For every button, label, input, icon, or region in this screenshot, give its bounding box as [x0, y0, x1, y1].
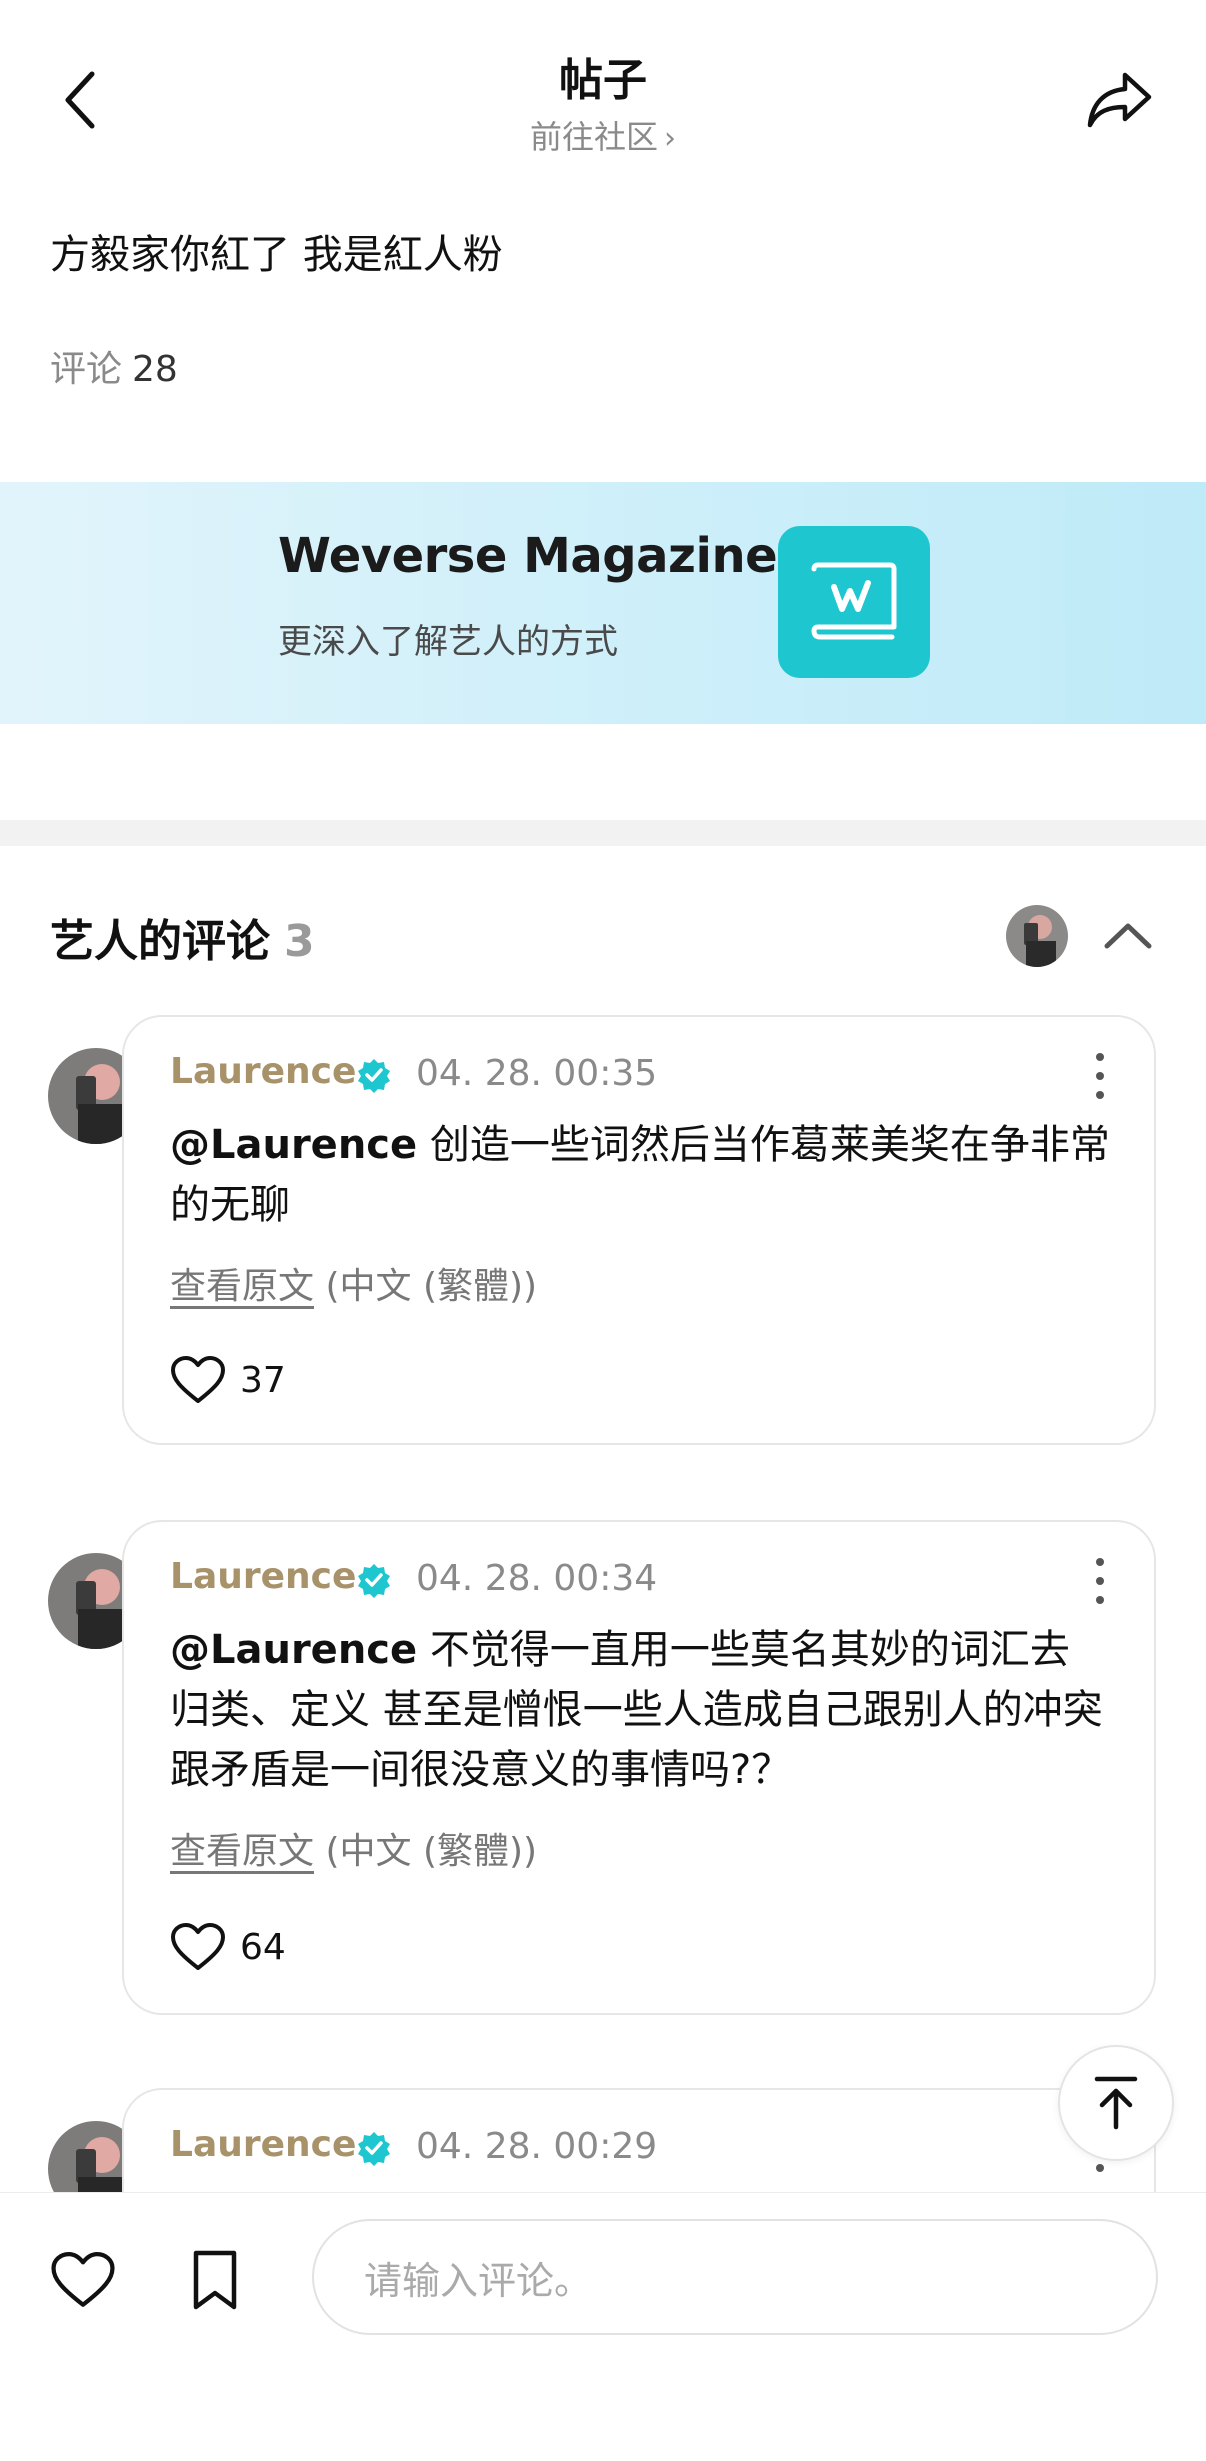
- comment-count-number: 28: [132, 349, 178, 390]
- artist-comments-heading: 艺人的评论 3: [50, 905, 315, 969]
- view-original-link[interactable]: 查看原文: [170, 1266, 314, 1307]
- more-options-button[interactable]: [1090, 1053, 1110, 1099]
- bookmark-icon: [193, 2250, 237, 2310]
- scroll-to-top-button[interactable]: [1058, 2045, 1174, 2161]
- arrow-up-to-top-icon: [1094, 2076, 1138, 2130]
- go-to-community-link[interactable]: 前往社区 ›: [0, 112, 1206, 158]
- share-button[interactable]: [1080, 60, 1160, 140]
- comment-card: Laurence 04. 28. 00:34 @Laurence 不觉得一直用一…: [122, 1520, 1156, 2015]
- verified-badge-icon: [358, 2132, 390, 2166]
- comment-input[interactable]: 请输入评论。: [312, 2219, 1158, 2335]
- verified-badge-icon: [358, 1564, 390, 1598]
- verified-badge-icon: [358, 1059, 390, 1093]
- artist-comments-count: 3: [284, 916, 315, 967]
- artist-comments-title: 艺人的评论: [50, 916, 270, 967]
- like-count: 64: [240, 1926, 286, 1968]
- like-post-button[interactable]: [48, 2245, 118, 2315]
- comment-author[interactable]: Laurence: [170, 1051, 356, 1092]
- weverse-magazine-logo-icon: [778, 526, 930, 678]
- original-language: (中文 (繁體)): [325, 1266, 538, 1307]
- page-title: 帖子: [559, 55, 647, 106]
- comment-text: @Laurence 不觉得一直用一些莫名其妙的词汇去 归类、定义 甚至是憎恨一些…: [170, 1620, 1120, 1800]
- heart-icon[interactable]: [170, 1355, 226, 1405]
- original-language: (中文 (繁體)): [325, 1831, 538, 1872]
- mention-link[interactable]: @Laurence: [170, 1122, 417, 1168]
- comment-timestamp: 04. 28. 00:29: [416, 2126, 658, 2167]
- comment-text: @Laurence 创造一些词然后当作葛莱美奖在争非常的无聊: [170, 1115, 1120, 1235]
- heart-icon: [51, 2251, 115, 2307]
- community-link-label: 前往社区: [529, 118, 658, 156]
- view-original-row: 查看原文 (中文 (繁體)): [170, 1257, 537, 1309]
- comment-author[interactable]: Laurence: [170, 2124, 356, 2165]
- banner-title: Weverse Magazine: [278, 528, 778, 584]
- like-row: 64: [170, 1922, 286, 1972]
- banner-subtitle: 更深入了解艺人的方式: [278, 622, 618, 662]
- comment-card: Laurence 04. 28. 00:35 @Laurence 创造一些词然后…: [122, 1015, 1156, 1445]
- top-nav-bar: 帖子 前往社区 ›: [0, 0, 1206, 170]
- section-divider: [0, 820, 1206, 846]
- like-row: 37: [170, 1355, 286, 1405]
- comment-timestamp: 04. 28. 00:34: [416, 1558, 658, 1599]
- chevron-up-icon: [1104, 923, 1152, 949]
- collapse-button[interactable]: [1100, 910, 1156, 960]
- bookmark-button[interactable]: [180, 2245, 250, 2315]
- chevron-right-icon: ›: [664, 121, 676, 156]
- weverse-magazine-banner[interactable]: Weverse Magazine 更深入了解艺人的方式: [0, 482, 1206, 724]
- comment-count[interactable]: 评论 28: [50, 340, 178, 392]
- artist-avatar-small[interactable]: [1006, 905, 1068, 967]
- comment-author[interactable]: Laurence: [170, 1556, 356, 1597]
- mention-link[interactable]: @Laurence: [170, 1627, 417, 1673]
- heart-icon[interactable]: [170, 1922, 226, 1972]
- more-options-button[interactable]: [1090, 1558, 1110, 1604]
- comment-input-placeholder: 请输入评论。: [364, 2258, 593, 2303]
- bottom-action-bar: 请输入评论。: [0, 2192, 1206, 2461]
- post-content: 方毅家你紅了 我是紅人粉: [50, 232, 503, 278]
- like-count: 37: [240, 1359, 286, 1401]
- comment-timestamp: 04. 28. 00:35: [416, 1053, 658, 1094]
- share-arrow-icon: [1087, 72, 1152, 128]
- view-original-row: 查看原文 (中文 (繁體)): [170, 1822, 537, 1874]
- comment-label: 评论: [50, 349, 123, 390]
- view-original-link[interactable]: 查看原文: [170, 1831, 314, 1872]
